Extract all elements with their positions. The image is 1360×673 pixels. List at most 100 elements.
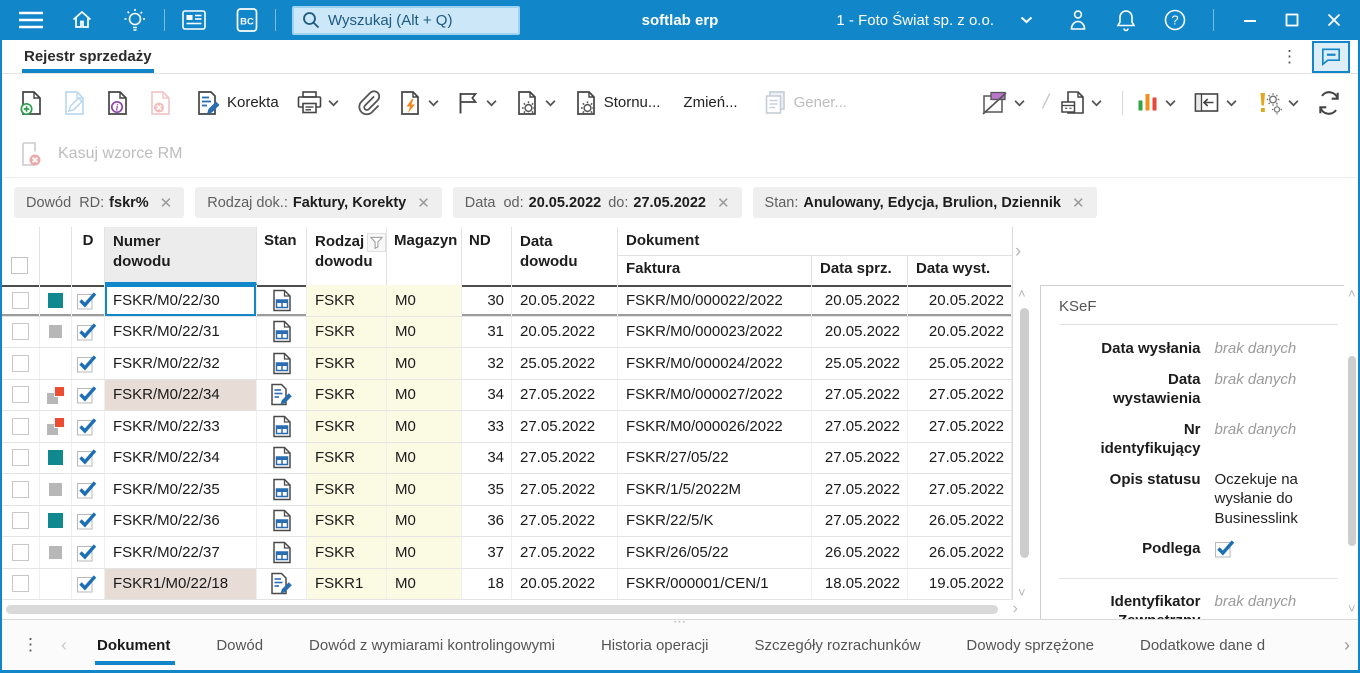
print-button[interactable] bbox=[296, 90, 339, 115]
column-header-faktura[interactable]: Faktura bbox=[618, 256, 812, 285]
table-row[interactable]: FSKR/M0/22/35 FSKR M0 35 27.05.2022 FSKR/1/5/… bbox=[2, 474, 1012, 506]
row-select-checkbox[interactable] bbox=[2, 505, 40, 536]
numer-dowodu-cell[interactable]: FSKR/M0/22/33 bbox=[105, 411, 257, 442]
chart-button[interactable] bbox=[1135, 90, 1176, 115]
d-checkbox[interactable] bbox=[72, 505, 105, 536]
scroll-right-icon[interactable]: › bbox=[1013, 600, 1018, 618]
global-search[interactable] bbox=[292, 5, 520, 35]
side-panel-dropdown-chevron-icon[interactable] bbox=[1226, 99, 1237, 107]
podlega-checkbox[interactable] bbox=[1214, 539, 1338, 564]
column-header-rodzaj-dowodu[interactable]: Rodzaj dowodu bbox=[307, 227, 387, 285]
quick-post-button[interactable] bbox=[397, 90, 439, 116]
notifications-bell-icon[interactable] bbox=[1115, 8, 1137, 32]
column-header-d[interactable]: D bbox=[72, 227, 105, 285]
filter-funnel-icon[interactable] bbox=[367, 232, 386, 252]
chart-dropdown-chevron-icon[interactable] bbox=[1165, 99, 1176, 107]
filter-chip-rodzaj-dok[interactable]: Rodzaj dok.: Faktury, Korekty ✕ bbox=[195, 187, 442, 218]
period-dropdown-chevron-icon[interactable] bbox=[1091, 99, 1102, 107]
attachments-button[interactable] bbox=[356, 89, 380, 116]
bottom-tab-dow-d[interactable]: Dowód bbox=[214, 620, 265, 670]
grid-horizontal-scrollbar[interactable]: › bbox=[2, 600, 1018, 618]
hamburger-menu-icon[interactable] bbox=[14, 0, 48, 40]
select-all-checkbox[interactable] bbox=[11, 257, 28, 278]
company-selector-label[interactable]: 1 - Foto Świat sp. z o.o. bbox=[836, 12, 994, 29]
window-close-icon[interactable] bbox=[1326, 12, 1342, 28]
row-select-checkbox[interactable] bbox=[2, 568, 40, 599]
numer-dowodu-cell[interactable]: FSKR1/M0/22/18 bbox=[105, 568, 257, 599]
column-header-data-dowodu[interactable]: Data dowodu bbox=[512, 227, 618, 285]
bottom-tab-dokument[interactable]: Dokument bbox=[95, 620, 176, 670]
chip-close-icon[interactable]: ✕ bbox=[417, 194, 430, 212]
period-document-button[interactable] bbox=[1059, 90, 1102, 115]
chat-panel-button[interactable] bbox=[1312, 40, 1350, 73]
row-select-checkbox[interactable] bbox=[2, 537, 40, 568]
table-row[interactable]: FSKR/M0/22/34 FSKR M0 34 27.05.2022 FSKR/M0/0… bbox=[2, 379, 1012, 411]
bc-businesslink-icon[interactable]: BC bbox=[235, 0, 259, 40]
numer-dowodu-cell[interactable]: FSKR/M0/22/34 bbox=[105, 379, 257, 410]
side-panel-button[interactable] bbox=[1193, 90, 1237, 115]
help-icon[interactable]: ? bbox=[1163, 8, 1187, 32]
numer-dowodu-cell[interactable]: FSKR/M0/22/30 bbox=[105, 285, 257, 316]
column-header-magazyn[interactable]: Magazyn bbox=[387, 227, 462, 285]
table-row[interactable]: FSKR/M0/22/37 FSKR M0 37 27.05.2022 FSKR/26/0… bbox=[2, 537, 1012, 569]
row-select-checkbox[interactable] bbox=[2, 442, 40, 473]
numer-dowodu-cell[interactable]: FSKR/M0/22/36 bbox=[105, 505, 257, 536]
vertical-scrollbar-thumb[interactable] bbox=[1020, 308, 1029, 558]
row-select-checkbox[interactable] bbox=[2, 411, 40, 442]
table-row[interactable]: FSKR/M0/22/33 FSKR M0 33 27.05.2022 FSKR/M0/0… bbox=[2, 411, 1012, 443]
document-operations-button[interactable] bbox=[514, 90, 556, 116]
numer-dowodu-cell[interactable]: FSKR/M0/22/32 bbox=[105, 348, 257, 379]
panel-scrollbar-thumb[interactable] bbox=[1348, 356, 1356, 546]
zmien-button[interactable]: Zmień... bbox=[683, 94, 737, 111]
chip-close-icon[interactable]: ✕ bbox=[1072, 194, 1085, 212]
filter-chip-data[interactable]: Data od: 20.05.2022 do: 27.05.2022 ✕ bbox=[452, 187, 742, 218]
lightbulb-icon[interactable] bbox=[122, 0, 148, 40]
tab-overflow-menu-icon[interactable]: ⋮ bbox=[1281, 48, 1298, 65]
refresh-button[interactable] bbox=[1316, 90, 1342, 116]
table-row[interactable]: FSKR/M0/22/32 FSKR M0 32 25.05.2022 FSKR/M0/0… bbox=[2, 348, 1012, 380]
bottom-tab-dow-d-z-wymiarami-kontrolingowymi[interactable]: Dowód z wymiarami kontrolingowymi bbox=[307, 620, 557, 670]
print-dropdown-chevron-icon[interactable] bbox=[328, 99, 339, 107]
grid-vertical-scrollbar[interactable]: ˄ ˅ bbox=[1016, 286, 1034, 600]
korekta-button[interactable]: Korekta bbox=[195, 90, 279, 116]
chip-close-icon[interactable]: ✕ bbox=[717, 194, 730, 212]
company-chevron-down-icon[interactable] bbox=[1020, 0, 1033, 40]
numer-dowodu-cell[interactable]: FSKR/M0/22/31 bbox=[105, 316, 257, 347]
table-row[interactable]: FSKR/M0/22/30 FSKR M0 30 20.05.2022 FSKR/M0/0… bbox=[2, 285, 1012, 317]
horizontal-scrollbar-thumb[interactable] bbox=[6, 605, 998, 614]
home-icon[interactable] bbox=[70, 0, 94, 40]
row-select-checkbox[interactable] bbox=[2, 316, 40, 347]
d-checkbox[interactable] bbox=[72, 442, 105, 473]
column-header-dokument[interactable]: Dokument bbox=[618, 227, 1012, 256]
column-header-data-sprz[interactable]: Data sprz. bbox=[812, 256, 908, 285]
new-document-button[interactable] bbox=[18, 90, 44, 116]
window-minimize-icon[interactable] bbox=[1242, 12, 1258, 28]
bottom-tabs-menu-icon[interactable]: ⋮ bbox=[22, 635, 39, 655]
numer-dowodu-cell[interactable]: FSKR/M0/22/35 bbox=[105, 474, 257, 505]
ksef-panel-scrollbar[interactable]: ˄ ˅ bbox=[1345, 286, 1358, 616]
d-checkbox[interactable] bbox=[72, 537, 105, 568]
document-info-button[interactable]: i bbox=[104, 90, 130, 116]
d-checkbox[interactable] bbox=[72, 316, 105, 347]
bottom-tabs-scroll-right-icon[interactable]: › bbox=[1344, 635, 1350, 656]
bottom-tab-dowody-sprz-one[interactable]: Dowody sprzężone bbox=[964, 620, 1096, 670]
tab-rejestr-sprzedazy[interactable]: Rejestr sprzedaży bbox=[22, 40, 154, 73]
search-input[interactable] bbox=[328, 11, 498, 29]
table-row[interactable]: FSKR1/M0/22/18 FSKR1 M0 18 20.05.2022 FSKR/00… bbox=[2, 568, 1012, 600]
view-mode-button[interactable] bbox=[981, 90, 1025, 116]
d-checkbox[interactable] bbox=[72, 348, 105, 379]
d-checkbox[interactable] bbox=[72, 474, 105, 505]
window-maximize-icon[interactable] bbox=[1284, 12, 1300, 28]
bottom-tab-szczeg-y-rozrachunk-w[interactable]: Szczegóły rozrachunków bbox=[753, 620, 923, 670]
chip-close-icon[interactable]: ✕ bbox=[160, 194, 173, 212]
warnings-dropdown-chevron-icon[interactable] bbox=[1288, 99, 1299, 107]
table-row[interactable]: FSKR/M0/22/36 FSKR M0 36 27.05.2022 FSKR/22/5… bbox=[2, 505, 1012, 537]
scroll-down-icon[interactable]: ˅ bbox=[1018, 585, 1026, 600]
storno-button[interactable]: Stornu... bbox=[573, 90, 660, 116]
scroll-up-icon[interactable]: ˄ bbox=[1348, 286, 1356, 301]
warnings-button[interactable] bbox=[1254, 90, 1299, 116]
column-header-numer-dowodu[interactable]: Numer dowodu bbox=[105, 227, 257, 285]
view-mode-dropdown-chevron-icon[interactable] bbox=[1014, 99, 1025, 107]
d-checkbox[interactable] bbox=[72, 379, 105, 410]
row-select-checkbox[interactable] bbox=[2, 474, 40, 505]
